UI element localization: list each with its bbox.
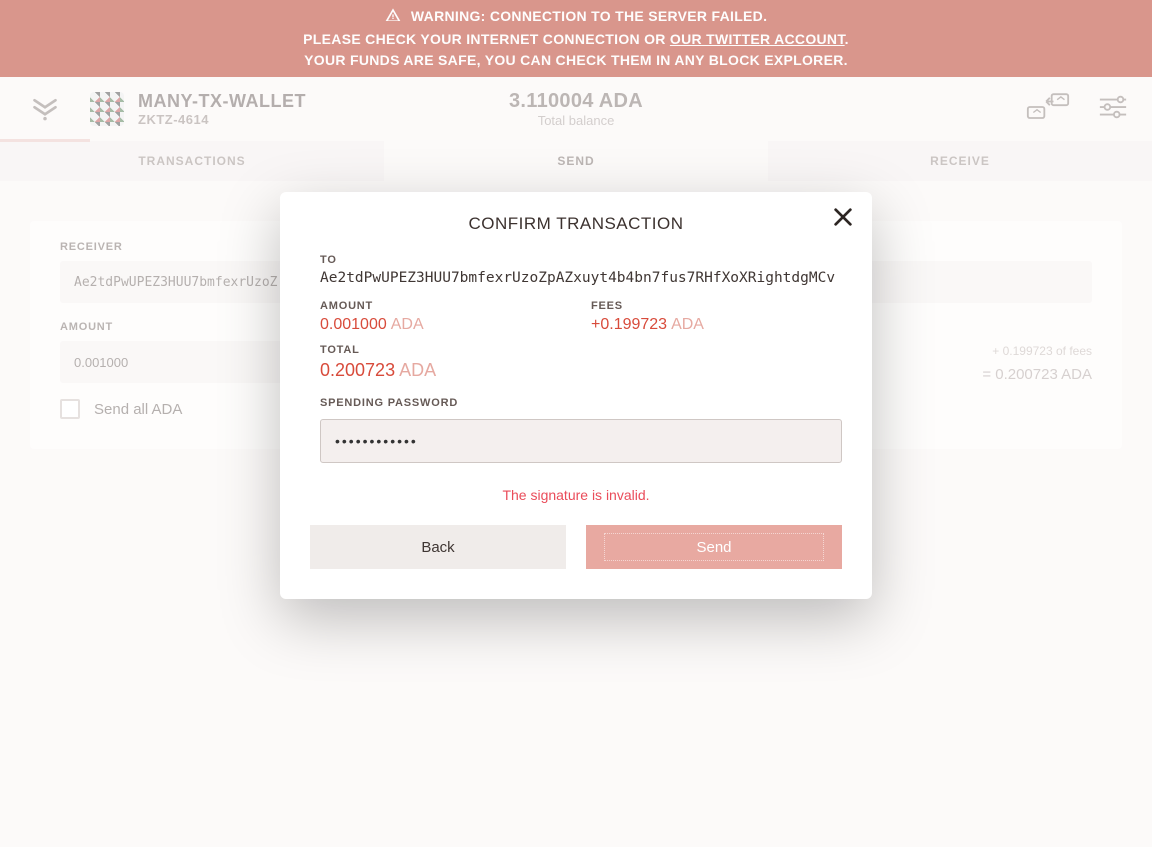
send-button[interactable]: Send [586, 525, 842, 569]
modal-amount-currency: ADA [391, 316, 424, 333]
modal-fees-currency: ADA [671, 316, 704, 333]
back-button[interactable]: Back [310, 525, 566, 569]
modal-title: CONFIRM TRANSACTION [310, 214, 842, 234]
modal-fees-label: FEES [591, 300, 842, 312]
modal-total-value: 0.200723 [320, 360, 395, 380]
modal-fees-value: +0.199723 [591, 316, 667, 333]
to-label: TO [320, 254, 842, 266]
close-button[interactable] [832, 206, 854, 233]
error-message: The signature is invalid. [310, 487, 842, 503]
to-address: Ae2tdPwUPEZ3HUU7bmfexrUzoZpAZxuyt4b4bn7f… [320, 270, 842, 286]
modal-amount-value: 0.001000 [320, 316, 387, 333]
confirm-transaction-modal: CONFIRM TRANSACTION TO Ae2tdPwUPEZ3HUU7b… [280, 192, 872, 599]
modal-total-currency: ADA [399, 360, 436, 380]
modal-amount-label: AMOUNT [320, 300, 571, 312]
modal-total-label: TOTAL [320, 344, 842, 356]
modal-backdrop: CONFIRM TRANSACTION TO Ae2tdPwUPEZ3HUU7b… [0, 0, 1152, 847]
password-label: SPENDING PASSWORD [320, 397, 842, 409]
spending-password-input[interactable] [320, 419, 842, 463]
close-icon [832, 206, 854, 228]
send-button-label: Send [696, 539, 731, 556]
